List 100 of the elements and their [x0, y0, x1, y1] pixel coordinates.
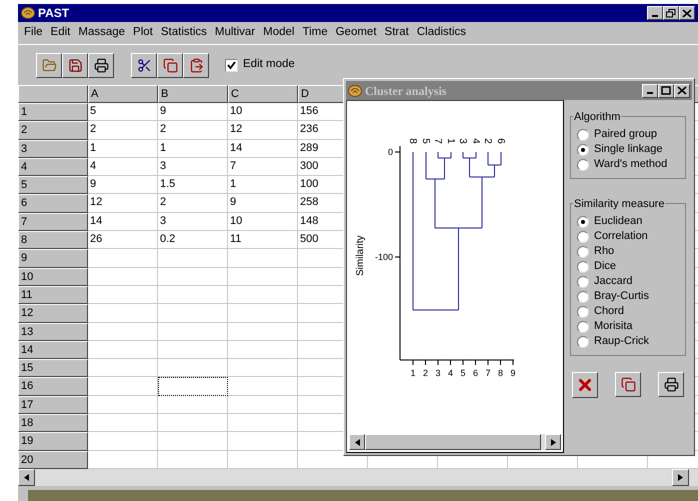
row-header[interactable]: 19 — [18, 432, 88, 451]
horizontal-scrollbar[interactable] — [349, 434, 561, 450]
radio-button[interactable] — [577, 336, 589, 348]
table-cell[interactable]: 2 — [158, 194, 228, 213]
column-header[interactable]: B — [158, 85, 228, 103]
radio-button[interactable] — [577, 306, 589, 318]
column-header[interactable]: C — [228, 85, 298, 103]
radio-label: Correlation — [594, 229, 648, 244]
folder-icon[interactable] — [36, 52, 62, 78]
radio-button[interactable] — [577, 290, 589, 302]
copy-icon[interactable] — [615, 372, 641, 397]
table-cell[interactable]: 2 — [158, 121, 228, 140]
row-header[interactable]: 12 — [18, 304, 88, 323]
row-header[interactable]: 18 — [18, 414, 88, 432]
minimize-button[interactable] — [642, 84, 658, 98]
menu-item[interactable]: Plot — [129, 24, 157, 42]
scroll-left-button[interactable] — [349, 434, 365, 450]
scroll-right-button[interactable] — [672, 468, 689, 486]
table-cell[interactable]: 9 — [228, 194, 298, 213]
table-cell[interactable]: 1 — [88, 140, 158, 158]
save-icon[interactable] — [62, 52, 88, 78]
row-header[interactable]: 1 — [18, 103, 88, 122]
close-button[interactable] — [674, 84, 690, 98]
row-header[interactable]: 13 — [18, 322, 88, 341]
table-cell[interactable]: 2 — [88, 121, 158, 140]
axis-tick-label: 2 — [423, 368, 428, 378]
checkbox[interactable] — [225, 58, 238, 72]
row-header[interactable]: 17 — [18, 396, 88, 414]
print-icon[interactable] — [88, 52, 114, 78]
table-cell[interactable]: 12 — [88, 194, 158, 213]
column-header[interactable]: A — [88, 85, 158, 103]
menu-item[interactable]: Multivar — [210, 24, 260, 42]
row-header[interactable]: 6 — [18, 194, 88, 213]
table-cell[interactable] — [158, 377, 228, 396]
row-header[interactable]: 7 — [18, 212, 88, 232]
table-cell[interactable]: 1 — [228, 176, 298, 194]
menu-item[interactable]: Geomet — [332, 24, 381, 42]
radio-button[interactable] — [577, 128, 589, 140]
minimize-button[interactable] — [647, 6, 663, 20]
menu-item[interactable]: Massage — [74, 24, 130, 42]
scroll-thumb[interactable] — [365, 434, 541, 450]
table-cell[interactable]: 3 — [158, 212, 228, 232]
print-icon[interactable] — [658, 372, 684, 397]
radio-button[interactable] — [577, 320, 589, 332]
horizontal-scrollbar[interactable] — [18, 468, 698, 486]
window-title: PAST — [38, 5, 70, 22]
row-header[interactable]: 15 — [18, 359, 88, 378]
table-cell[interactable]: 26 — [88, 231, 158, 250]
menu-item[interactable]: File — [20, 24, 47, 42]
radio-button[interactable] — [577, 246, 589, 258]
row-header[interactable]: 20 — [18, 450, 88, 469]
table-cell[interactable]: 10 — [228, 212, 298, 232]
table-cell[interactable]: 9 — [158, 103, 228, 122]
table-cell[interactable]: 9 — [88, 176, 158, 194]
table-cell[interactable]: 14 — [228, 140, 298, 158]
scroll-left-button[interactable] — [18, 468, 35, 486]
close-button[interactable] — [572, 372, 598, 398]
row-header[interactable]: 9 — [18, 249, 88, 268]
table-cell[interactable]: 14 — [88, 212, 158, 232]
radio-button[interactable] — [577, 260, 589, 272]
axis-tick-label: -100 — [374, 252, 393, 262]
table-cell[interactable]: 10 — [228, 103, 298, 122]
radio-button[interactable] — [577, 216, 589, 228]
table-cell[interactable]: 1.5 — [158, 176, 228, 194]
table-cell[interactable]: 12 — [228, 121, 298, 140]
radio-button[interactable] — [577, 158, 589, 170]
table-cell[interactable]: 4 — [88, 158, 158, 176]
table-cell[interactable]: 11 — [228, 231, 298, 250]
menu-item[interactable]: Strat — [380, 24, 413, 42]
table-cell[interactable]: 5 — [88, 103, 158, 122]
row-header[interactable]: 8 — [18, 231, 88, 250]
table-cell[interactable]: 7 — [228, 158, 298, 176]
row-header[interactable]: 5 — [18, 176, 88, 194]
close-icon — [682, 8, 692, 18]
copy-icon[interactable] — [157, 52, 183, 78]
menu-item[interactable]: Statistics — [156, 24, 211, 42]
restore-button[interactable] — [663, 6, 679, 20]
table-cell[interactable]: 1 — [158, 140, 228, 158]
scroll-right-button[interactable] — [545, 434, 561, 450]
maximize-button[interactable] — [658, 84, 674, 98]
menu-item[interactable]: Edit — [46, 24, 74, 42]
radio-button[interactable] — [577, 276, 589, 288]
row-header[interactable]: 2 — [18, 121, 88, 140]
table-cell[interactable]: 3 — [158, 158, 228, 176]
menu-item[interactable]: Model — [259, 24, 298, 42]
cut-icon[interactable] — [131, 52, 157, 78]
row-header[interactable]: 14 — [18, 340, 88, 360]
row-header[interactable]: 3 — [18, 140, 88, 158]
radio-button[interactable] — [577, 230, 589, 242]
row-header[interactable]: 16 — [18, 377, 88, 396]
row-header[interactable]: 4 — [18, 158, 88, 176]
menu-item[interactable]: Cladistics — [412, 24, 470, 42]
table-cell[interactable]: 0.2 — [158, 231, 228, 250]
row-header[interactable]: 10 — [18, 268, 88, 286]
close-button[interactable] — [679, 6, 695, 20]
menu-item[interactable]: Time — [298, 24, 332, 42]
radio-button[interactable] — [577, 144, 589, 156]
paste-icon[interactable] — [183, 52, 209, 78]
shell-icon — [348, 84, 362, 96]
row-header[interactable]: 11 — [18, 286, 88, 304]
